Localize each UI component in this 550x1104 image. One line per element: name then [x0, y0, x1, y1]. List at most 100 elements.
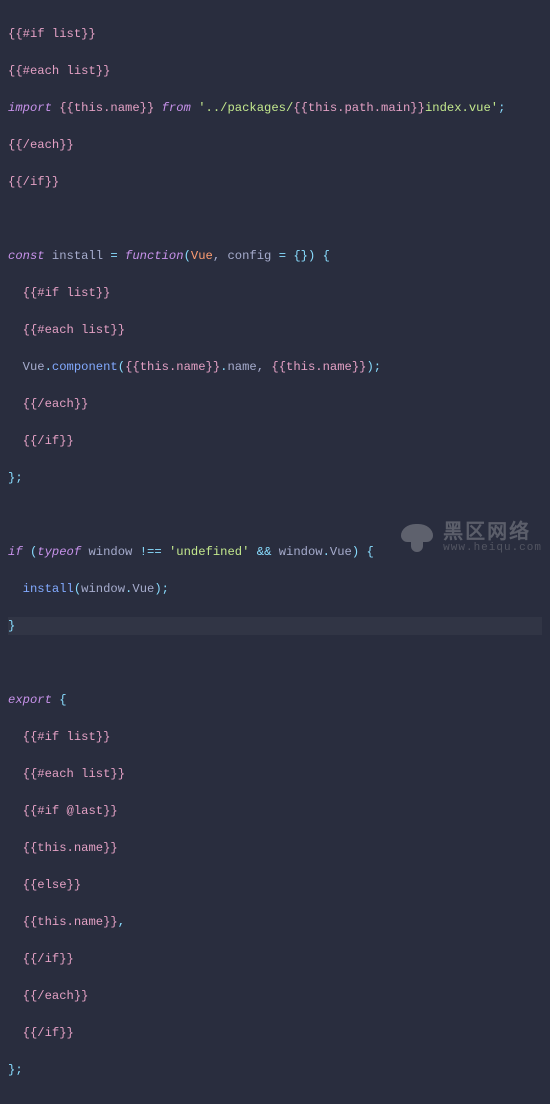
fn-install: install: [8, 582, 74, 596]
string-quote: ': [191, 101, 206, 115]
semicolon: ;: [162, 582, 169, 596]
semicolon: ;: [498, 101, 505, 115]
dot: .: [323, 545, 330, 559]
identifier: config: [227, 249, 278, 263]
dot: .: [45, 360, 52, 374]
code-line: {{#if @last}}: [8, 802, 542, 821]
comma: ,: [257, 360, 272, 374]
paren-close: ): [154, 582, 161, 596]
blank-line: [8, 654, 542, 673]
keyword-const: const: [8, 249, 45, 263]
mustache-expr: {{this.name}}: [271, 360, 366, 374]
paren-close: ): [352, 545, 367, 559]
code-line: {{this.name}},: [8, 913, 542, 932]
code-line: import {{this.name}} from '../packages/{…: [8, 99, 542, 118]
op-eq: =: [279, 249, 286, 263]
code-line: {{/if}}: [8, 950, 542, 969]
op-eq: =: [110, 249, 117, 263]
code-line: if (typeof window !== 'undefined' && win…: [8, 543, 542, 562]
paren-close: ): [366, 360, 373, 374]
mustache-expr: {{this.path.main}}: [293, 101, 425, 115]
code-line: export {: [8, 691, 542, 710]
mustache-if-close: {{/if}}: [8, 175, 59, 189]
code-line: {{#each list}}: [8, 765, 542, 784]
code-line: install(window.Vue);: [8, 580, 542, 599]
code-line: {{#each list}}: [8, 62, 542, 81]
brace-open: {: [52, 693, 67, 707]
brace-open: {: [367, 545, 374, 559]
code-line: {{/if}}: [8, 1024, 542, 1043]
mustache-else: {{else}}: [8, 878, 81, 892]
paren-open: (: [74, 582, 81, 596]
mustache-each-open: {{#each list}}: [8, 767, 125, 781]
mustache-if-close: {{/if}}: [8, 1026, 74, 1040]
keyword-if: if: [8, 545, 23, 559]
code-line: {{/each}}: [8, 136, 542, 155]
mustache-each-close: {{/each}}: [8, 989, 88, 1003]
brace-semicolon: };: [8, 1063, 23, 1077]
mustache-if-open: {{#if list}}: [8, 730, 110, 744]
mustache-each-close: {{/each}}: [8, 397, 88, 411]
mustache-expr: {{this.name}}: [8, 841, 118, 855]
keyword-function: function: [118, 249, 184, 263]
brace-close: }: [8, 619, 15, 633]
comma: ,: [118, 915, 125, 929]
code-line: {{#if list}}: [8, 25, 542, 44]
mustache-each-open: {{#each list}}: [8, 323, 125, 337]
braces-empty: {}: [286, 249, 308, 263]
code-line: }: [8, 617, 542, 636]
code-line: {{this.name}}: [8, 839, 542, 858]
fn-component: component: [52, 360, 118, 374]
identifier: window: [81, 582, 125, 596]
code-editor: {{#if list}} {{#each list}} import {{thi…: [0, 0, 550, 1104]
code-line: {{#if list}}: [8, 728, 542, 747]
keyword-typeof: typeof: [37, 545, 81, 559]
mustache-if-close: {{/if}}: [8, 434, 74, 448]
mustache-expr: {{this.name}}: [8, 915, 118, 929]
paren-close: ): [308, 249, 323, 263]
mustache-if-close: {{/if}}: [8, 952, 74, 966]
code-line: {{#each list}}: [8, 321, 542, 340]
brace-open: {: [323, 249, 330, 263]
keyword-export: export: [8, 693, 52, 707]
space: [162, 545, 169, 559]
mustache-each-close: {{/each}}: [8, 138, 74, 152]
paren-open: (: [23, 545, 38, 559]
mustache-if-last: {{#if @last}}: [8, 804, 118, 818]
code-line: };: [8, 469, 542, 488]
blank-line: [8, 210, 542, 229]
code-line: };: [8, 1061, 542, 1080]
dot: .: [125, 582, 132, 596]
code-line: Vue.component({{this.name}}.name, {{this…: [8, 358, 542, 377]
code-line: {{/if}}: [8, 432, 542, 451]
comma: ,: [213, 249, 228, 263]
identifier-vue: Vue: [191, 249, 213, 263]
identifier-vue: Vue: [132, 582, 154, 596]
code-line: const install = function(Vue, config = {…: [8, 247, 542, 266]
space: [249, 545, 256, 559]
brace-semicolon: };: [8, 471, 23, 485]
mustache-expr: {{this.name}}: [125, 360, 220, 374]
mustache-if-open: {{#if list}}: [8, 286, 110, 300]
code-line: {{/each}}: [8, 987, 542, 1006]
string-quote: ': [491, 101, 498, 115]
identifier: window: [271, 545, 322, 559]
code-line: {{/each}}: [8, 395, 542, 414]
identifier-vue: Vue: [8, 360, 45, 374]
mustache-each-open: {{#each list}}: [8, 64, 110, 78]
code-line: {{/if}}: [8, 173, 542, 192]
paren-open: (: [184, 249, 191, 263]
keyword-import: import: [8, 101, 52, 115]
identifier-vue: Vue: [330, 545, 352, 559]
op-neq: !==: [140, 545, 162, 559]
mustache-if-open: {{#if list}}: [8, 27, 96, 41]
string-text: ../packages/: [206, 101, 294, 115]
paren-open: (: [118, 360, 125, 374]
keyword-from: from: [162, 101, 191, 115]
code-line: {{else}}: [8, 876, 542, 895]
identifier: window: [81, 545, 140, 559]
identifier: name: [227, 360, 256, 374]
identifier: install: [45, 249, 111, 263]
mustache-expr: {{this.name}}: [52, 101, 162, 115]
string-text: index.vue: [425, 101, 491, 115]
